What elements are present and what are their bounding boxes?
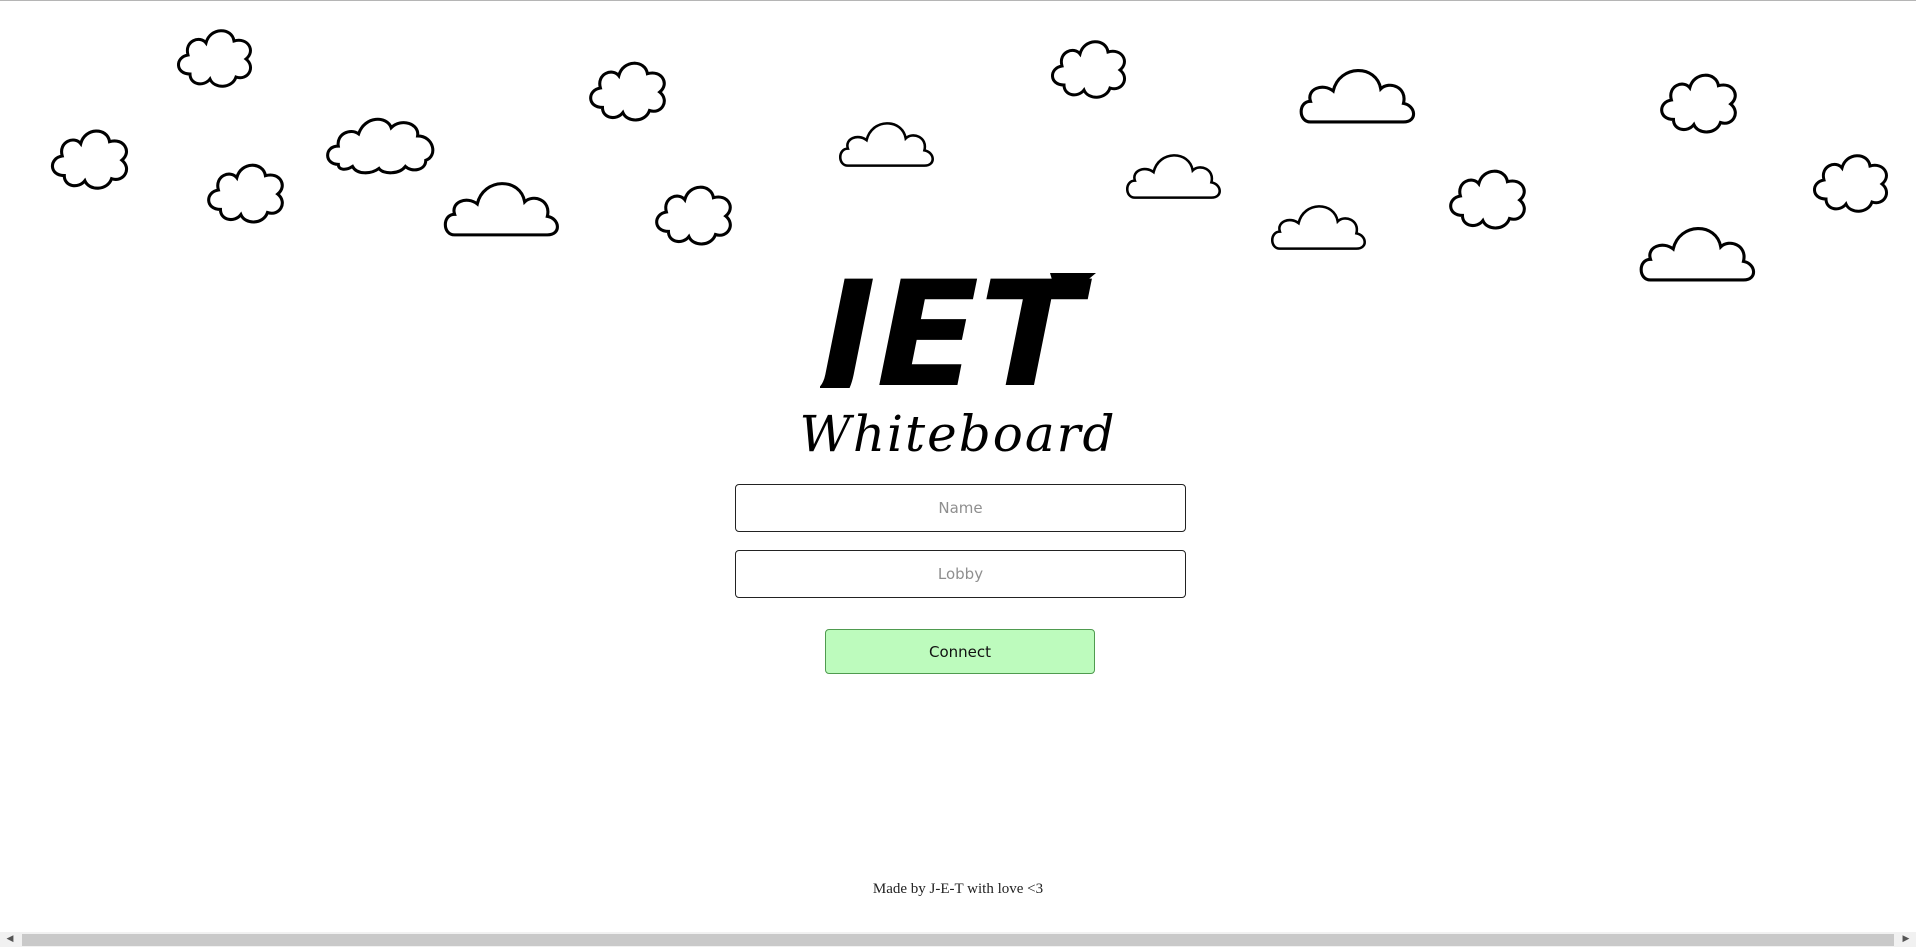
scroll-right-arrow-icon[interactable]: ▶ bbox=[1898, 932, 1914, 947]
login-page: JET Whiteboard Connect Made by J-E-T wit… bbox=[0, 0, 1916, 947]
cloud-icon bbox=[320, 105, 442, 177]
cloud-icon bbox=[836, 109, 938, 173]
app-subtitle: Whiteboard bbox=[799, 405, 1117, 463]
cloud-icon bbox=[170, 19, 260, 89]
cloud-icon bbox=[1044, 29, 1134, 101]
footer-credit: Made by J-E-T with love <3 bbox=[872, 881, 1044, 897]
cloud-icon bbox=[200, 153, 292, 225]
connect-button[interactable]: Connect bbox=[825, 629, 1095, 674]
cloud-icon bbox=[1268, 191, 1370, 257]
jet-logo: JET bbox=[794, 250, 1096, 420]
cloud-icon bbox=[43, 119, 137, 191]
cloud-icon bbox=[1806, 143, 1896, 215]
cloud-icon bbox=[1296, 57, 1420, 127]
cloud-icon bbox=[648, 175, 740, 247]
scrollbar-thumb[interactable] bbox=[22, 934, 1894, 946]
cloud-icon bbox=[1636, 215, 1760, 285]
name-input[interactable] bbox=[735, 484, 1186, 532]
horizontal-scrollbar[interactable]: ◀ ▶ bbox=[0, 932, 1916, 947]
cloud-icon bbox=[582, 51, 674, 123]
cloud-icon bbox=[1442, 159, 1534, 231]
cloud-icon bbox=[1653, 63, 1745, 135]
logo-text: JET bbox=[820, 273, 1093, 388]
scroll-left-arrow-icon[interactable]: ◀ bbox=[2, 932, 18, 947]
cloud-icon bbox=[1123, 141, 1225, 205]
lobby-input[interactable] bbox=[735, 550, 1186, 598]
cloud-icon bbox=[440, 171, 564, 239]
